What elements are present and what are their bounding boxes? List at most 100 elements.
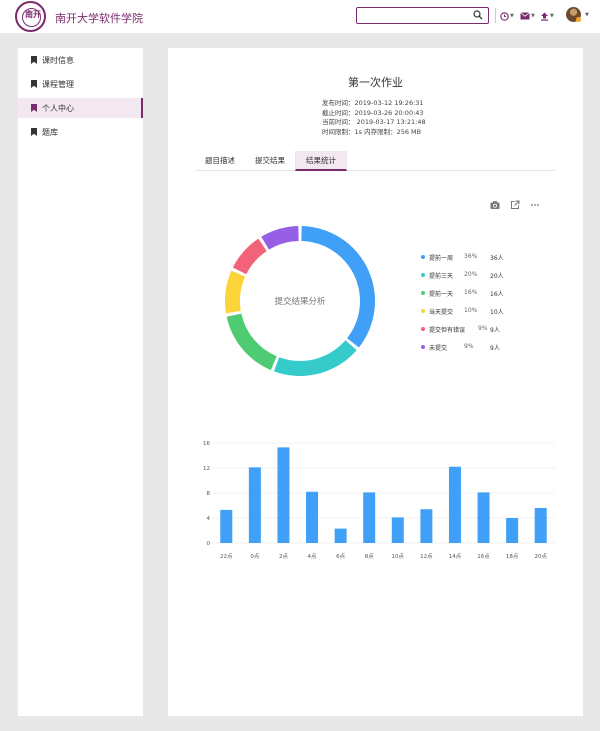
bookmark-icon bbox=[31, 128, 37, 136]
camera-icon[interactable] bbox=[490, 200, 500, 210]
bar[interactable] bbox=[448, 466, 461, 543]
bookmark-icon bbox=[31, 80, 37, 88]
donut-chart: 提交结果分析 bbox=[225, 226, 375, 376]
legend-label: 提前三天 bbox=[429, 273, 454, 280]
sidebar-item-course-management[interactable]: 课程管理 bbox=[18, 74, 143, 94]
y-tick-label: 8 bbox=[207, 491, 211, 497]
sidebar-item-label: 课时信息 bbox=[42, 55, 74, 65]
x-tick-label: 6点 bbox=[336, 553, 345, 560]
tab-bar: 题目描述 提交结果 结果统计 bbox=[195, 151, 555, 171]
sidebar-item-label: 课程管理 bbox=[42, 79, 74, 89]
search-input[interactable] bbox=[357, 13, 467, 29]
legend-count: 9人 bbox=[490, 327, 500, 334]
mail-menu[interactable]: ▼ bbox=[520, 10, 535, 22]
legend-color-dot bbox=[421, 255, 425, 259]
sidebar-item-personal-center[interactable]: 个人中心 bbox=[18, 98, 143, 118]
more-icon[interactable] bbox=[530, 200, 540, 210]
mail-icon bbox=[520, 12, 530, 20]
site-title[interactable]: 南开大学软件学院 bbox=[55, 10, 143, 26]
legend-label: 提交但有错误 bbox=[429, 327, 466, 334]
bookmark-icon bbox=[31, 104, 37, 112]
legend-count: 10人 bbox=[490, 309, 504, 316]
legend-color-dot bbox=[421, 345, 425, 349]
bar[interactable] bbox=[334, 528, 347, 543]
search-box bbox=[356, 7, 489, 29]
legend-percent: 10% bbox=[464, 307, 478, 314]
university-logo[interactable]: 南开 bbox=[15, 1, 46, 32]
tab-description[interactable]: 题目描述 bbox=[195, 151, 245, 171]
pie-slice[interactable] bbox=[261, 226, 299, 250]
sidebar: 课时信息 课程管理 个人中心 题库 bbox=[18, 48, 143, 716]
chevron-down-icon: ▼ bbox=[510, 13, 514, 19]
x-tick-label: 18点 bbox=[506, 553, 519, 560]
x-tick-label: 10点 bbox=[392, 553, 405, 560]
pie-slice[interactable] bbox=[301, 226, 375, 348]
sidebar-item-label: 个人中心 bbox=[42, 103, 74, 113]
legend-percent: 9% bbox=[478, 325, 488, 332]
bar[interactable] bbox=[306, 491, 319, 543]
legend-color-dot bbox=[421, 327, 425, 331]
tab-statistics[interactable]: 结果统计 bbox=[295, 151, 347, 171]
bar[interactable] bbox=[477, 492, 490, 543]
x-tick-label: 16点 bbox=[477, 553, 490, 560]
export-icon[interactable] bbox=[510, 200, 520, 210]
y-tick-label: 12 bbox=[203, 466, 210, 472]
legend-color-dot bbox=[421, 273, 425, 277]
bookmark-icon bbox=[31, 56, 37, 64]
legend-count: 9人 bbox=[490, 345, 500, 352]
legend-color-dot bbox=[421, 291, 425, 295]
sidebar-item-class-info[interactable]: 课时信息 bbox=[18, 50, 143, 70]
pie-slice[interactable] bbox=[232, 238, 267, 275]
legend-label: 当天提交 bbox=[429, 309, 454, 316]
legend-color-dot bbox=[421, 309, 425, 313]
x-tick-label: 14点 bbox=[449, 553, 462, 560]
chevron-down-icon: ▼ bbox=[550, 13, 554, 19]
pie-slice[interactable] bbox=[226, 313, 277, 371]
legend-label: 提前一天 bbox=[429, 291, 454, 298]
chart-toolbar bbox=[490, 200, 540, 210]
avatar-status-badge bbox=[576, 17, 581, 22]
x-tick-label: 2点 bbox=[279, 553, 288, 560]
bar[interactable] bbox=[363, 492, 376, 543]
deadline: 截止时间：2019-03-26 20:00:43 bbox=[322, 108, 424, 117]
y-tick-label: 16 bbox=[203, 441, 210, 447]
x-tick-label: 4点 bbox=[308, 553, 317, 560]
upload-menu[interactable]: ▼ bbox=[540, 10, 554, 22]
top-header: 南开 南开大学软件学院 ▼ ▼ ▼ ▼ bbox=[0, 0, 600, 33]
page-title: 第一次作业 bbox=[348, 76, 403, 89]
publish-time: 发布时间：2019-03-12 19:26:31 bbox=[322, 99, 424, 107]
chevron-down-icon[interactable]: ▼ bbox=[585, 12, 589, 18]
bar-chart: 0 4 8 12 16 22点 0点 2点 4点 6点 8点 10点 12点 14点 16点 18点 20点 bbox=[203, 441, 555, 560]
legend-percent: 16% bbox=[464, 289, 478, 296]
sidebar-item-question-bank[interactable]: 题库 bbox=[18, 122, 143, 142]
current-time: 当前时间： 2019-03-17 13:21:48 bbox=[322, 118, 426, 126]
donut-center-label: 提交结果分析 bbox=[274, 296, 326, 307]
pie-slice[interactable] bbox=[225, 270, 246, 314]
bar[interactable] bbox=[534, 508, 547, 543]
legend-percent: 20% bbox=[464, 271, 478, 278]
bar[interactable] bbox=[391, 517, 404, 543]
bar[interactable] bbox=[277, 447, 290, 543]
bar[interactable] bbox=[420, 509, 433, 543]
x-tick-label: 12点 bbox=[420, 553, 433, 560]
pie-slice[interactable] bbox=[273, 340, 357, 376]
legend-label: 未提交 bbox=[429, 345, 448, 352]
legend-count: 20人 bbox=[490, 273, 504, 280]
legend-count: 36人 bbox=[490, 255, 504, 262]
legend-label: 提前一周 bbox=[429, 255, 454, 262]
chevron-down-icon: ▼ bbox=[531, 13, 535, 19]
sidebar-item-label: 题库 bbox=[42, 127, 58, 137]
x-tick-label: 8点 bbox=[365, 553, 374, 560]
y-tick-label: 4 bbox=[207, 516, 211, 522]
upload-icon bbox=[541, 12, 548, 21]
clock-menu[interactable]: ▼ bbox=[500, 10, 514, 22]
tab-submission-results[interactable]: 提交结果 bbox=[245, 151, 295, 171]
bar[interactable] bbox=[220, 509, 233, 543]
main-content: 第一次作业 发布时间：2019-03-12 19:26:31 截止时间：2019… bbox=[168, 48, 583, 716]
bar[interactable] bbox=[506, 518, 519, 543]
x-tick-label: 20点 bbox=[534, 553, 547, 560]
y-tick-label: 0 bbox=[207, 541, 211, 547]
legend-percent: 9% bbox=[464, 343, 474, 350]
search-icon[interactable] bbox=[473, 10, 483, 20]
bar[interactable] bbox=[248, 467, 261, 543]
